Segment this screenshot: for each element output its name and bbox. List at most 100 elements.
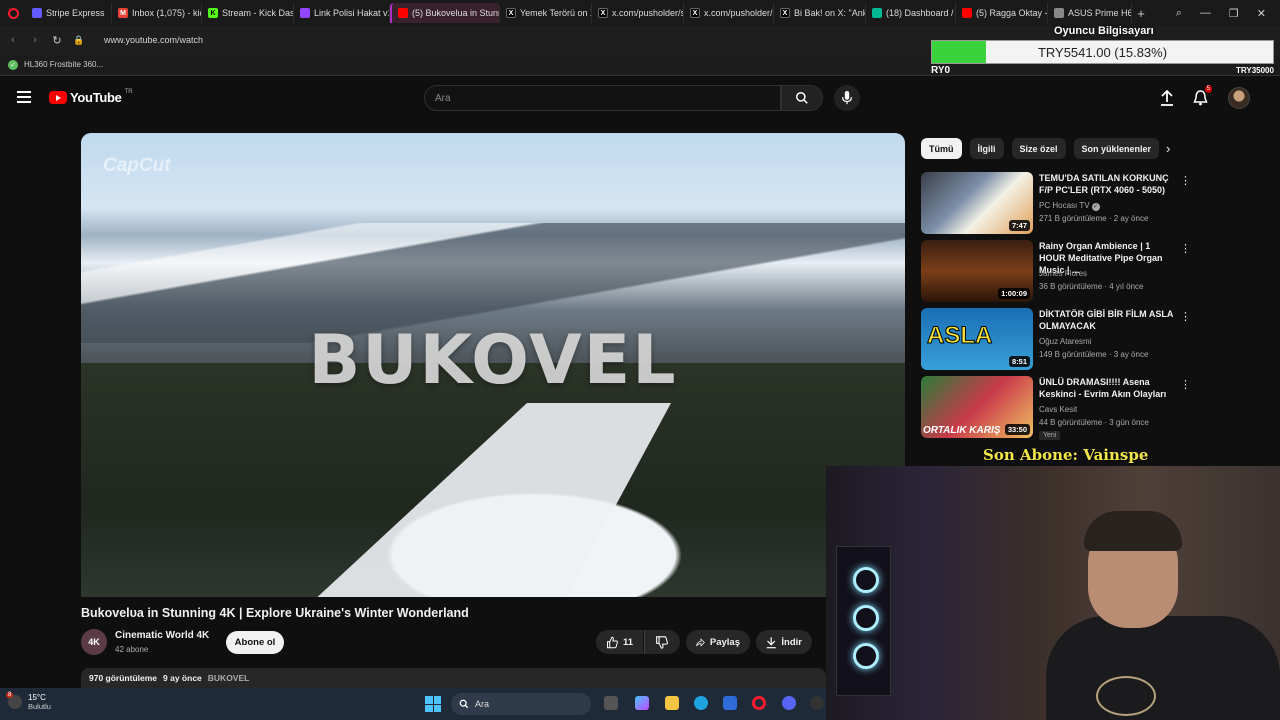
recommendation-title[interactable]: TEMU'DA SATILAN KORKUNÇ F/P PC'LER (RTX …: [1039, 172, 1179, 196]
search-input[interactable]: Ara: [424, 85, 781, 111]
dislike-button[interactable]: [644, 630, 680, 654]
minimize-icon[interactable]: —: [1200, 7, 1211, 20]
restore-icon[interactable]: ❐: [1229, 7, 1239, 20]
taskbar-search[interactable]: Ara: [451, 693, 591, 715]
dashboard-icon: [872, 8, 882, 18]
new-badge: Yeni: [1039, 431, 1061, 440]
app-icon[interactable]: [810, 696, 824, 710]
webcam-feed: [826, 466, 1280, 720]
tab-dashboard[interactable]: (18) Dashboard / St: [866, 3, 956, 23]
reload-icon[interactable]: ↻: [46, 34, 68, 47]
recommendation-item[interactable]: ORTALIK KARIŞ 33:50 ÜNLÜ DRAMASI!!!! Ase…: [921, 376, 1191, 440]
video-thumbnail[interactable]: ASLA 8:51: [921, 308, 1033, 370]
channel-avatar[interactable]: 4K: [81, 629, 107, 655]
video-thumbnail[interactable]: 1:00:09: [921, 240, 1033, 302]
chip-all[interactable]: Tümü: [921, 138, 962, 159]
edge-icon[interactable]: [694, 696, 708, 710]
recommendation-item[interactable]: ASLA 8:51 DİKTATÖR GİBİ BİR FİLM ASLA OL…: [921, 308, 1191, 370]
chip-recent[interactable]: Son yüklenenler: [1073, 138, 1160, 159]
tab-gmail[interactable]: M Inbox (1,075) - kick: [112, 3, 202, 23]
tab-x-bibak[interactable]: X Bi Bak! on X: "Ankar: [774, 3, 866, 23]
video-player[interactable]: CapCut BUKOVEL: [81, 133, 905, 597]
new-tab-icon[interactable]: +: [1132, 6, 1150, 21]
menu-icon[interactable]: [17, 91, 31, 103]
tab-kick[interactable]: K Stream - Kick Dashb: [202, 3, 294, 23]
filter-chips: Tümü İlgili Size özel Son yüklenenler: [921, 138, 1160, 159]
description-box[interactable]: 970 görüntüleme 9 ay önce BUKOVEL: [81, 668, 826, 688]
opera-icon[interactable]: [752, 696, 766, 710]
upload-button[interactable]: [1158, 89, 1176, 107]
chip-for-you[interactable]: Size özel: [1011, 138, 1066, 159]
pc-case: [836, 546, 891, 696]
windows-start-icon[interactable]: [425, 696, 441, 712]
youtube-wordmark: YouTube: [70, 90, 122, 105]
tab-label: (5) Ragga Oktay - Y: [976, 8, 1048, 18]
weather-widget[interactable]: 8 15°C Bulutlu: [6, 692, 51, 711]
recommendation-item[interactable]: 7:47 TEMU'DA SATILAN KORKUNÇ F/P PC'LER …: [921, 172, 1191, 234]
more-options-icon[interactable]: ⋮: [1180, 242, 1191, 255]
search-tabs-icon[interactable]: ⌕: [1176, 7, 1182, 20]
more-options-icon[interactable]: ⋮: [1180, 378, 1191, 391]
copilot-icon[interactable]: [635, 696, 649, 710]
search-button[interactable]: [781, 85, 823, 111]
store-icon[interactable]: [723, 696, 737, 710]
thumbnail-text: ORTALIK KARIŞ: [923, 425, 1001, 436]
recommendation-item[interactable]: 1:00:09 Rainy Organ Ambience | 1 HOUR Me…: [921, 240, 1191, 302]
weather-icon: 8: [6, 692, 22, 709]
taskbar-search-label: Ara: [475, 699, 490, 709]
x-icon: X: [690, 8, 700, 18]
discord-icon[interactable]: [782, 696, 796, 710]
goal-progress-bar: TRY5541.00 (15.83%): [931, 40, 1274, 64]
recommendation-channel[interactable]: PC Hocası TV ✓: [1039, 201, 1100, 211]
video-thumbnail[interactable]: ORTALIK KARIŞ 33:50: [921, 376, 1033, 438]
tab-x-pusholder-1[interactable]: Xx.com/pusholder/st: [592, 3, 684, 23]
rgb-fan: [853, 567, 879, 593]
rgb-fan: [853, 643, 879, 669]
bell-icon: [1192, 90, 1208, 106]
channel-label: PC Hocası TV: [1039, 201, 1090, 210]
url-field[interactable]: www.youtube.com/watch: [104, 35, 203, 45]
recommendation-channel[interactable]: Cavs Kesit: [1039, 405, 1077, 414]
tab-link-polisi[interactable]: Link Polisi Hakat v1: [294, 3, 390, 23]
stripe-icon: [32, 8, 42, 18]
more-options-icon[interactable]: ⋮: [1180, 174, 1191, 187]
tab-asus[interactable]: ASUS Prime H610M: [1048, 3, 1132, 23]
close-icon[interactable]: ✕: [1257, 7, 1266, 20]
recommendation-title[interactable]: ÜNLÜ DRAMASI!!!! Asena Keskinci - Evrim …: [1039, 376, 1179, 400]
download-button[interactable]: İndir: [756, 630, 812, 654]
tab-bukovel-active[interactable]: (5) Bukovelua in Stunning: [390, 3, 500, 23]
shirt-logo: [1096, 676, 1156, 716]
recommendation-channel[interactable]: James Flores: [1039, 269, 1087, 278]
hashtag[interactable]: BUKOVEL: [208, 673, 250, 683]
download-icon: [766, 636, 776, 648]
tab-ragga-oktay[interactable]: (5) Ragga Oktay - Y: [956, 3, 1048, 23]
voice-search-button[interactable]: [834, 85, 860, 111]
video-thumbnail[interactable]: 7:47: [921, 172, 1033, 234]
recommendation-meta: 149 B görüntüleme · 3 ay önce: [1039, 350, 1149, 359]
asus-icon: [1054, 8, 1064, 18]
share-button[interactable]: Paylaş: [686, 630, 750, 654]
notifications-button[interactable]: 5: [1191, 85, 1212, 107]
more-options-icon[interactable]: ⋮: [1180, 310, 1191, 323]
recommendation-channel[interactable]: Oğuz Ataresmi: [1039, 337, 1091, 346]
tab-x-pusholder-2[interactable]: Xx.com/pusholder/st: [684, 3, 774, 23]
like-button[interactable]: 11: [596, 630, 643, 654]
tab-label: (5) Bukovelua in Stunning: [412, 8, 499, 18]
account-avatar[interactable]: [1228, 87, 1250, 109]
back-icon[interactable]: ‹: [2, 34, 24, 46]
channel-name[interactable]: Cinematic World 4K: [115, 630, 209, 641]
thumbnail-text: ASLA: [926, 322, 993, 350]
tab-stripe[interactable]: Stripe Express: [26, 3, 112, 23]
opera-logo-icon[interactable]: [0, 0, 26, 26]
bookmark-label[interactable]: HL360 Frostbite 360...: [24, 60, 103, 69]
subscribe-button[interactable]: Abone ol: [226, 631, 284, 654]
kick-icon: K: [208, 8, 218, 18]
chip-related[interactable]: İlgili: [969, 138, 1004, 159]
recommendation-title[interactable]: DİKTATÖR GİBİ BİR FİLM ASLA OLMAYACAK: [1039, 308, 1179, 332]
tab-x-yemek[interactable]: X Yemek Terörü on X:: [500, 3, 592, 23]
file-explorer-icon[interactable]: [665, 696, 679, 710]
youtube-logo[interactable]: YouTube TR: [49, 89, 133, 105]
chevron-right-icon[interactable]: ›: [1166, 141, 1170, 156]
forward-icon[interactable]: ›: [24, 34, 46, 46]
task-view-icon[interactable]: [604, 696, 618, 710]
